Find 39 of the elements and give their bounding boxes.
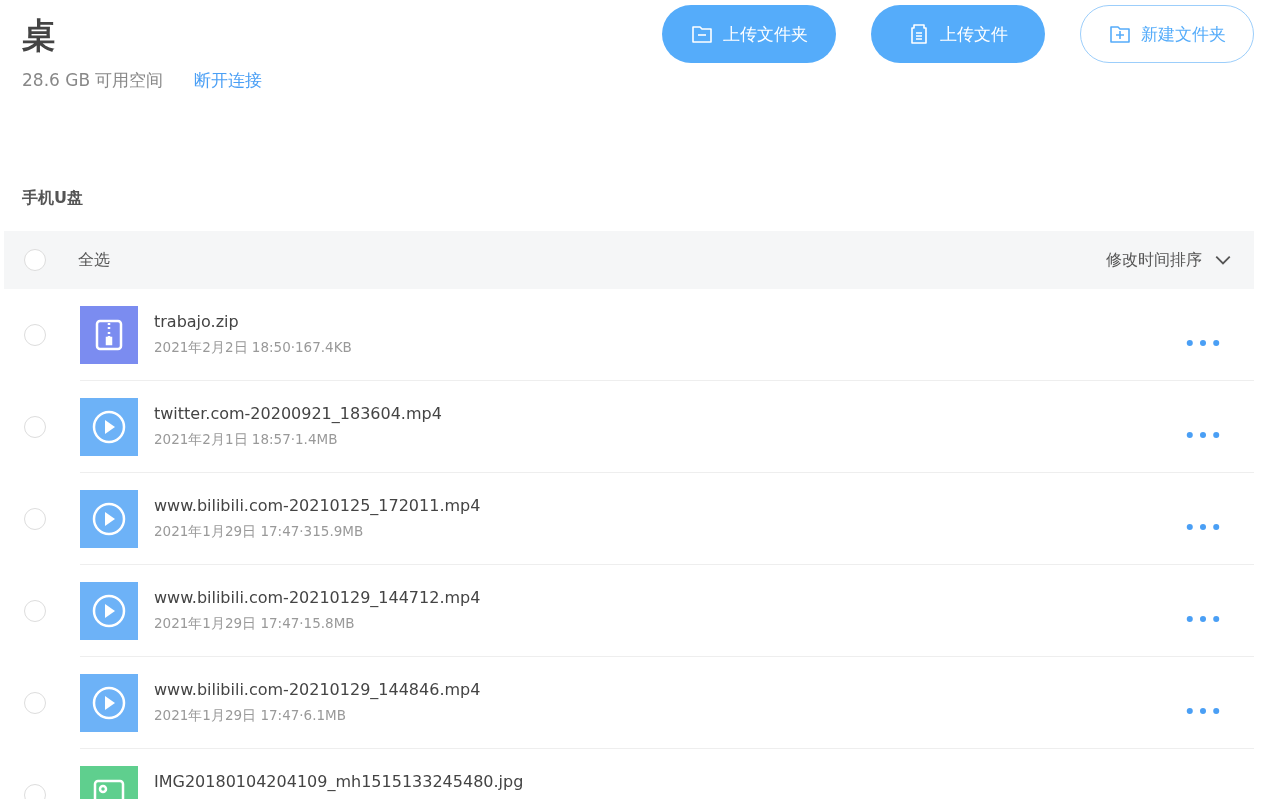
more-options-icon[interactable] <box>1186 523 1220 531</box>
select-all-radio[interactable] <box>24 249 46 271</box>
more-options-icon[interactable] <box>1186 707 1220 715</box>
row-radio[interactable] <box>24 508 46 530</box>
file-name: IMG20180104204109_mh1515133245480.jpg <box>154 772 524 791</box>
file-meta: 2021年1月29日 17:47·15.8MB <box>154 615 356 633</box>
row-radio[interactable] <box>24 692 46 714</box>
sort-dropdown[interactable]: 修改时间排序 <box>1100 248 1238 272</box>
new-folder-button[interactable]: 新建文件夹 <box>1080 5 1254 63</box>
row-radio[interactable] <box>24 324 46 346</box>
file-name: www.bilibili.com-20210129_144712.mp4 <box>154 588 481 607</box>
page-title: 桌 <box>22 14 57 57</box>
row-radio[interactable] <box>24 600 46 622</box>
upload-folder-button[interactable]: 上传文件夹 <box>662 5 836 63</box>
play-icon <box>80 490 138 548</box>
file-meta: 2021年2月2日 18:50·167.4KB <box>154 339 352 357</box>
zip-file-icon <box>80 306 138 364</box>
free-space-text: 28.6 GB 可用空间 <box>22 69 164 92</box>
row-radio[interactable] <box>24 416 46 438</box>
play-icon <box>80 582 138 640</box>
file-name: www.bilibili.com-20210129_144846.mp4 <box>154 680 481 699</box>
folder-plus-icon <box>1108 23 1131 45</box>
file-name: trabajo.zip <box>154 312 240 331</box>
disconnect-link[interactable]: 断开连接 <box>193 69 262 92</box>
section-title: 手机U盘 <box>22 188 84 209</box>
file-meta: 2021年1月29日 17:47·6.1MB <box>154 707 347 725</box>
more-options-icon[interactable] <box>1186 615 1220 623</box>
play-icon <box>80 398 138 456</box>
file-name: www.bilibili.com-20210125_172011.mp4 <box>154 496 481 515</box>
file-name: twitter.com-20200921_183604.mp4 <box>154 404 442 423</box>
file-meta: 2021年2月1日 18:57·1.4MB <box>154 431 339 449</box>
more-options-icon[interactable] <box>1186 339 1220 347</box>
file-meta: 2021年1月29日 17:47·315.9MB <box>154 523 365 541</box>
document-icon <box>908 23 930 45</box>
folder-minus-icon <box>690 23 713 45</box>
play-icon <box>80 674 138 732</box>
more-options-icon[interactable] <box>1186 431 1220 439</box>
upload-file-button[interactable]: 上传文件 <box>871 5 1045 63</box>
select-all-label[interactable]: 全选 <box>78 249 110 271</box>
